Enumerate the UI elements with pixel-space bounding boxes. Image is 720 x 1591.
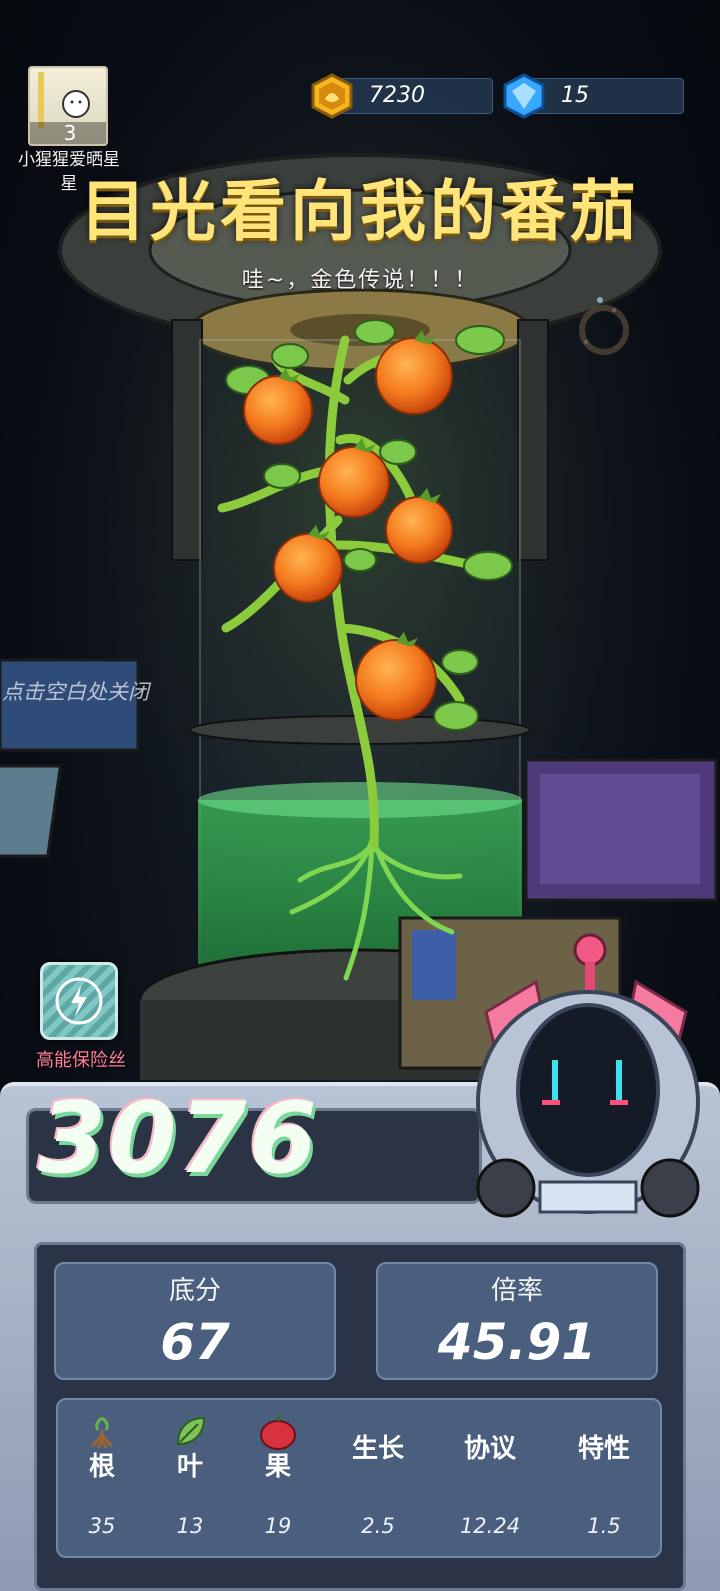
attr-leaf: 叶 13 [150,1410,230,1538]
attr-trait-name: 特性 [577,1434,630,1464]
gold-currency[interactable]: 7230 [311,73,493,119]
attr-leaf-value: 13 [176,1514,204,1538]
result-subtitle: 哇~，金色传说！！！ [241,268,479,293]
fuse-label: 高能保险丝 [36,1050,126,1071]
multiplier-card: 倍率 45.91 [376,1262,658,1380]
total-score: 3076 [38,1082,319,1196]
attr-fruit-value: 19 [264,1514,292,1538]
root-icon [90,1416,114,1449]
gold-coin-icon [311,73,353,119]
result-title: 目光看向我的番茄 [80,173,640,250]
attr-protocol: 协议 12.24 [450,1410,530,1538]
avatar-character-icon [38,72,90,128]
attr-growth-value: 2.5 [361,1514,395,1538]
lightning-fuse-icon [55,977,103,1025]
leaf-icon [176,1416,206,1446]
base-score-label: 底分 [168,1276,221,1306]
attr-protocol-value: 12.24 [459,1514,521,1538]
close-hint: 点击空白处关闭 [2,680,149,704]
attr-root-name: 根 [88,1452,115,1482]
attr-growth: 生长 2.5 [338,1410,418,1538]
fruit-icon [260,1414,296,1450]
multiplier-label: 倍率 [490,1276,543,1306]
attr-trait-value: 1.5 [587,1514,621,1538]
attr-root-value: 35 [88,1514,116,1538]
attr-leaf-name: 叶 [176,1452,203,1482]
base-score-value: 67 [160,1313,230,1371]
attr-protocol-name: 协议 [463,1434,516,1464]
attr-fruit-name: 果 [264,1452,291,1482]
multiplier-value: 45.91 [437,1313,597,1371]
gem-currency[interactable]: 15 [503,73,684,119]
gold-amount: 7230 [369,83,425,108]
base-score-card: 底分 67 [54,1262,336,1380]
game-scene[interactable]: 3 小猩猩爱晒星星 7230 15 目光看向我的番茄 哇~，金色传说！！！ 点击… [0,0,720,1591]
attr-growth-name: 生长 [351,1434,404,1464]
gem-amount: 15 [561,83,589,108]
gem-icon [503,73,545,119]
robot-mascot [476,933,700,1218]
player-level: 3 [30,122,106,144]
fuse-button[interactable] [40,962,118,1040]
player-avatar[interactable]: 3 [28,66,108,146]
attr-fruit: 果 19 [238,1410,318,1538]
attr-trait: 特性 1.5 [564,1410,644,1538]
attribute-strip: 根 35 叶 13 果 19 生长 2.5 协议 12.24 特性 1.5 [56,1398,662,1558]
attr-root: 根 35 [62,1410,142,1538]
